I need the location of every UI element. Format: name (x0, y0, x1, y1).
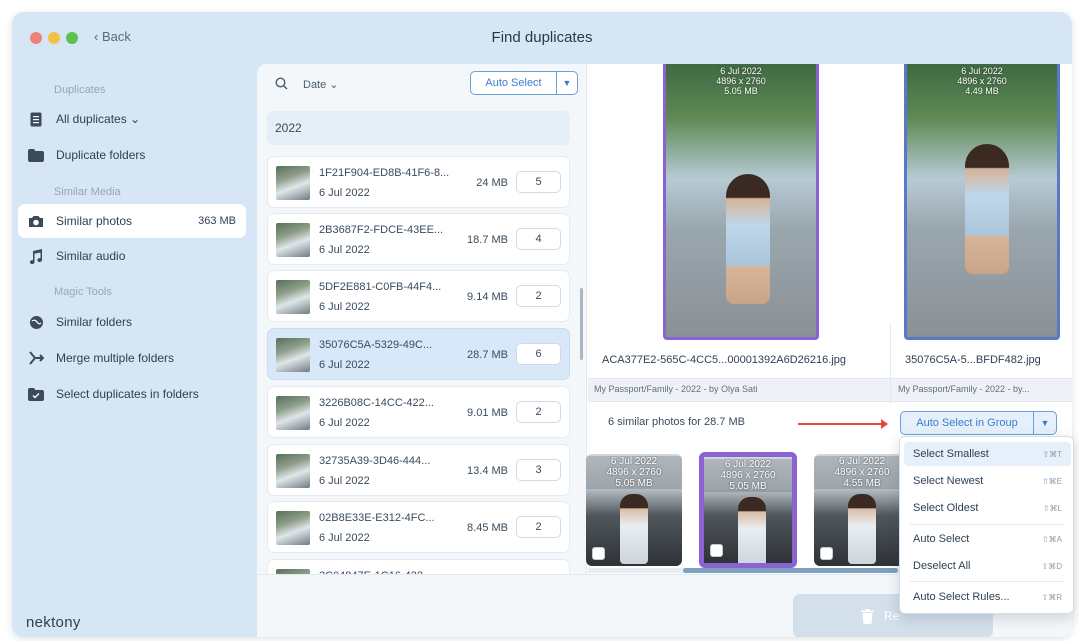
list-item[interactable]: 32735A39-3D46-444... 6 Jul 2022 13.4 MB … (267, 444, 570, 496)
list-scrollbar[interactable] (580, 288, 583, 360)
merge-icon (28, 350, 44, 366)
folder-check-icon (28, 386, 44, 402)
auto-select-button[interactable]: Auto Select ▼ (470, 71, 578, 95)
list-item[interactable]: 5DF2E881-C0FB-44F4... 6 Jul 2022 9.14 MB… (267, 270, 570, 322)
document-icon (28, 111, 44, 127)
shortcut-hint: ⇧⌘D (1041, 561, 1062, 571)
photo-thumbnail (276, 338, 310, 372)
photo-filename: ACA377E2-565C-4CC5...00001392A6D26216.jp… (602, 354, 847, 366)
menu-separator (910, 581, 1065, 582)
auto-select-menu: Select Smallest ⇧⌘T Select Newest ⇧⌘E Se… (899, 436, 1074, 614)
menu-item-select-oldest[interactable]: Select Oldest ⇧⌘L (904, 496, 1071, 520)
person-figure (848, 494, 876, 564)
person-figure (965, 144, 1009, 274)
duplicate-count-badge: 4 (516, 228, 561, 250)
red-arrow-icon (798, 419, 888, 429)
camera-icon (28, 213, 44, 229)
photo-thumbnail (276, 396, 310, 430)
sidebar-section-duplicates: Duplicates (54, 84, 106, 96)
chevron-down-icon[interactable]: ▼ (1034, 412, 1056, 434)
photo-thumbnail (276, 511, 310, 545)
sidebar-item-similar-photos[interactable]: Similar photos 363 MB (18, 204, 246, 238)
similar-photo-thumb[interactable]: 6 Jul 2022 4896 x 2760 5.05 MB (586, 454, 682, 566)
duplicate-count-badge: 5 (516, 171, 561, 193)
list-toolbar: Date ⌄ Auto Select ▼ (257, 64, 587, 104)
shortcut-hint: ⇧⌘L (1042, 503, 1062, 513)
group-summary: 6 similar photos for 28.7 MB (608, 416, 745, 428)
globe-icon (28, 314, 44, 330)
title-bar: ‹ Back Find duplicates (12, 12, 1072, 64)
folder-icon (28, 147, 44, 163)
photo-thumbnail (276, 166, 310, 200)
menu-item-deselect-all[interactable]: Deselect All ⇧⌘D (904, 554, 1071, 578)
chevron-down-icon: ⌄ (326, 79, 339, 91)
music-note-icon (28, 248, 44, 264)
menu-separator (910, 524, 1065, 525)
preview-photo-2[interactable]: 6 Jul 2022 4896 x 2760 4.49 MB (904, 64, 1060, 340)
sidebar-item-merge-folders[interactable]: Merge multiple folders (18, 341, 246, 375)
nektony-logo: nektony (26, 614, 81, 631)
photo-thumbnail (276, 223, 310, 257)
window-title: Find duplicates (491, 29, 593, 46)
duplicate-groups-list: Date ⌄ Auto Select ▼ 2022 1F21F904-ED8B-… (257, 64, 587, 611)
shortcut-hint: ⇧⌘E (1041, 476, 1062, 486)
scroll-thumb[interactable] (683, 568, 898, 573)
photo-info-overlay: 6 Jul 2022 4896 x 2760 4.49 MB (957, 66, 1007, 96)
list-item-selected[interactable]: 35076C5A-5329-49C... 6 Jul 2022 28.7 MB … (267, 328, 570, 380)
similar-photos-size: 363 MB (198, 215, 236, 227)
list-item[interactable]: 02B8E33E-E312-4FC... 6 Jul 2022 8.45 MB … (267, 501, 570, 553)
menu-item-auto-select[interactable]: Auto Select ⇧⌘A (904, 527, 1071, 551)
sidebar-section-similar-media: Similar Media (54, 186, 121, 198)
photo-path: My Passport/Family - 2022 - by... (898, 384, 1030, 394)
shortcut-hint: ⇧⌘R (1041, 592, 1062, 602)
year-group-header: 2022 (267, 111, 570, 145)
photo-info-overlay: 6 Jul 2022 4896 x 2760 5.05 MB (716, 66, 766, 96)
duplicate-count-badge: 2 (516, 401, 561, 423)
select-checkbox[interactable] (592, 547, 605, 560)
select-checkbox[interactable] (710, 544, 723, 557)
sidebar-item-all-duplicates[interactable]: All duplicates ⌄ (18, 102, 246, 136)
divider (890, 324, 891, 404)
photo-path: My Passport/Family - 2022 - by Olya Sati (594, 384, 758, 394)
photo-filename: 35076C5A-5...BFDF482.jpg (905, 354, 1041, 366)
trash-icon (861, 608, 874, 624)
sidebar-item-similar-audio[interactable]: Similar audio (18, 239, 246, 273)
menu-item-select-smallest[interactable]: Select Smallest ⇧⌘T (904, 442, 1071, 466)
select-checkbox[interactable] (820, 547, 833, 560)
photo-thumbnail (276, 454, 310, 488)
list-item[interactable]: 1F21F904-ED8B-41F6-8... 6 Jul 2022 24 MB… (267, 156, 570, 208)
sidebar-item-similar-folders[interactable]: Similar folders (18, 305, 246, 339)
shortcut-hint: ⇧⌘T (1042, 449, 1062, 459)
sidebar-item-select-duplicates-in-folders[interactable]: Select duplicates in folders (18, 377, 246, 411)
list-item[interactable]: 3226B08C-14CC-422... 6 Jul 2022 9.01 MB … (267, 386, 570, 438)
shortcut-hint: ⇧⌘A (1041, 534, 1062, 544)
duplicate-count-badge: 6 (516, 343, 561, 365)
person-figure (726, 174, 770, 304)
similar-photo-thumb-selected[interactable]: 6 Jul 2022 4896 x 2760 5.05 MB (699, 452, 797, 568)
menu-item-auto-select-rules[interactable]: Auto Select Rules... ⇧⌘R (904, 585, 1071, 609)
duplicate-count-badge: 2 (516, 516, 561, 538)
chevron-down-icon[interactable]: ▼ (557, 72, 577, 94)
search-icon[interactable] (275, 77, 288, 95)
sidebar: Duplicates All duplicates ⌄ Duplicate fo… (12, 64, 257, 637)
similar-photo-thumb[interactable]: 6 Jul 2022 4896 x 2760 4.55 MB (814, 454, 910, 566)
person-figure (738, 497, 766, 563)
list-item[interactable]: 2B3687F2-FDCE-43EE... 6 Jul 2022 18.7 MB… (267, 213, 570, 265)
preview-photo-1[interactable]: 6 Jul 2022 4896 x 2760 5.05 MB (663, 64, 819, 340)
sidebar-section-magic-tools: Magic Tools (54, 286, 112, 298)
auto-select-in-group-button[interactable]: Auto Select in Group ▼ (900, 411, 1057, 435)
duplicate-count-badge: 3 (516, 459, 561, 481)
sort-by-date-dropdown[interactable]: Date ⌄ (303, 78, 339, 91)
person-figure (620, 494, 648, 564)
photo-thumbnail (276, 280, 310, 314)
sidebar-item-duplicate-folders[interactable]: Duplicate folders (18, 138, 246, 172)
menu-item-select-newest[interactable]: Select Newest ⇧⌘E (904, 469, 1071, 493)
duplicate-count-badge: 2 (516, 285, 561, 307)
